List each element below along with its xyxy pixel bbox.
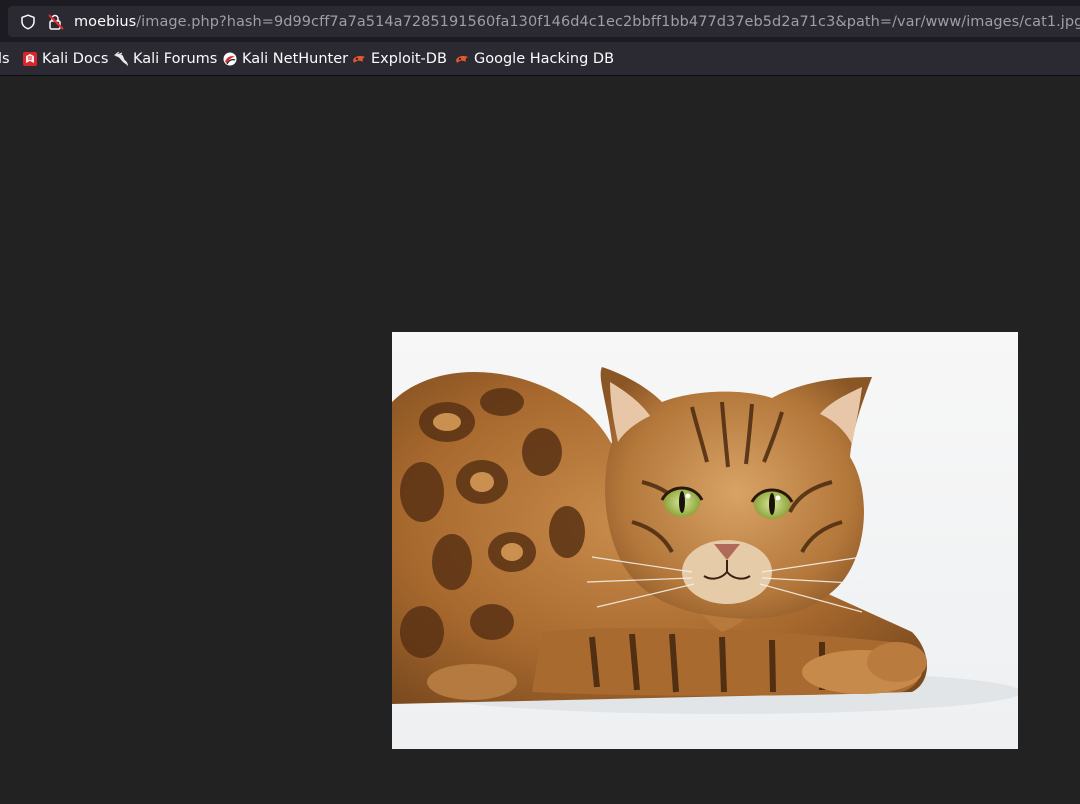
kali-docs-icon	[23, 52, 37, 66]
bookmark-kali-docs[interactable]: Kali Docs	[22, 49, 108, 69]
nav-toolbar: moebius/image.php?hash=9d99cff7a7a514a72…	[0, 0, 1080, 42]
tracking-protection-shield-icon[interactable]	[20, 14, 36, 30]
exploit-db-icon	[456, 56, 468, 63]
address-bar[interactable]: moebius/image.php?hash=9d99cff7a7a514a72…	[8, 6, 1080, 37]
page-content	[0, 76, 1080, 804]
bookmark-google-hacking-db[interactable]: Google Hacking DB	[454, 49, 614, 69]
kali-dragon-icon	[114, 51, 128, 66]
browser-window: moebius/image.php?hash=9d99cff7a7a514a72…	[0, 0, 1080, 804]
bookmark-kali-forums[interactable]: Kali Forums	[113, 49, 217, 69]
bookmark-exploit-db[interactable]: Exploit-DB	[351, 49, 447, 69]
bookmark-label: Kali Docs	[42, 51, 109, 67]
cat-image[interactable]	[392, 332, 1018, 749]
bookmarks-toolbar: ls Kali Docs Kali Forums Kali NetHu	[0, 42, 1080, 76]
bookmark-label: Exploit-DB	[371, 51, 447, 67]
bookmark-truncated[interactable]: ls	[0, 49, 10, 69]
url-path: /image.php?hash=9d99cff7a7a514a728519156…	[136, 14, 1080, 30]
bookmark-label: ls	[0, 51, 10, 67]
insecure-lock-icon[interactable]	[47, 13, 65, 31]
nethunter-icon	[223, 52, 237, 66]
bengal-cat-illustration	[392, 332, 1018, 749]
url-host: moebius	[74, 14, 137, 30]
bookmark-label: Kali Forums	[133, 51, 218, 67]
bookmark-kali-nethunter[interactable]: Kali NetHunter	[222, 49, 348, 69]
bookmark-label: Kali NetHunter	[242, 51, 349, 67]
exploit-db-icon	[353, 56, 365, 63]
bookmark-label: Google Hacking DB	[474, 51, 615, 67]
url-text[interactable]: moebius/image.php?hash=9d99cff7a7a514a72…	[74, 12, 1080, 32]
